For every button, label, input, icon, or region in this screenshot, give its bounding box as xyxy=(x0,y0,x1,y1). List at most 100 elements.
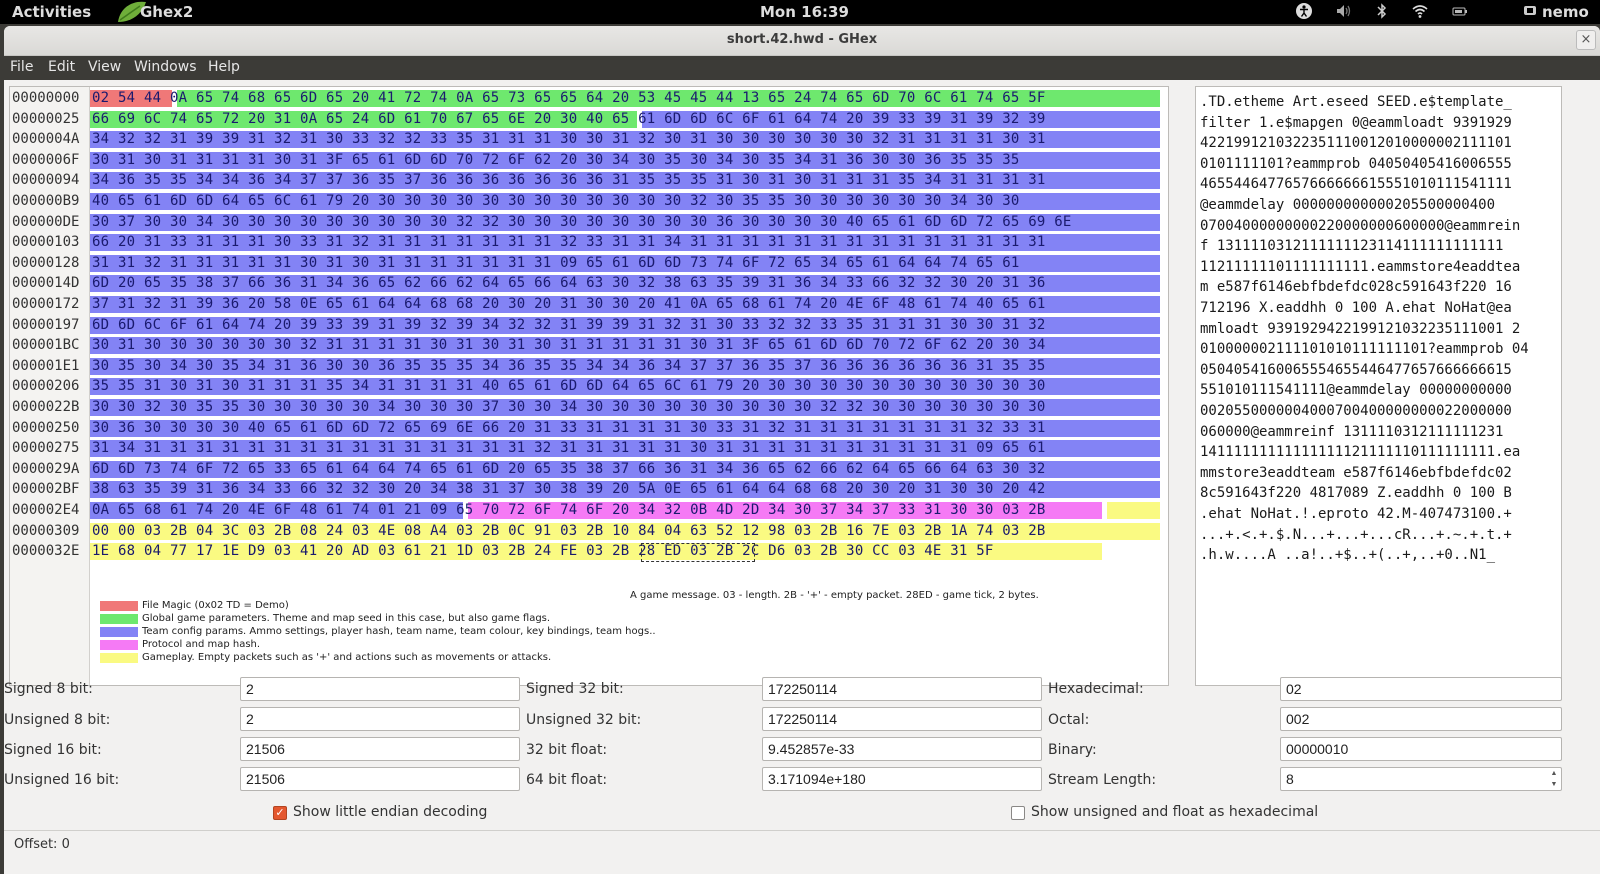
ascii-row[interactable]: 712196 X.eaddhh 0 100 A.ehat NoHat@ea xyxy=(1200,299,1512,318)
ascii-row[interactable]: 0101111101?eammprob 04050405416006555 xyxy=(1200,155,1512,174)
offset-row: 000002BF xyxy=(12,481,80,498)
window-titlebar[interactable]: short.42.hwd - GHex × xyxy=(4,26,1600,56)
accessibility-icon[interactable] xyxy=(1294,2,1314,22)
menu-help[interactable]: Help xyxy=(208,59,240,75)
user-icon[interactable] xyxy=(1520,2,1540,22)
ascii-row[interactable]: f 1311110312111111123114111111111111 xyxy=(1200,237,1503,256)
unsigned-8bit-label: Unsigned 8 bit: xyxy=(4,712,111,728)
ascii-row[interactable]: 11211111101111111111.eammstore4eaddtea xyxy=(1200,258,1520,277)
bluetooth-icon[interactable] xyxy=(1372,2,1392,22)
menu-file[interactable]: File xyxy=(10,59,33,75)
hex-row[interactable]: 30 31 30 31 31 31 31 30 31 3F 65 61 6D 6… xyxy=(92,151,1020,170)
ascii-row[interactable]: 07004000000000220000000600000@eammrein xyxy=(1200,217,1520,236)
menu-windows[interactable]: Windows xyxy=(134,59,197,75)
ascii-row[interactable]: .TD.etheme Art.eseed SEED.e$template_ xyxy=(1200,93,1512,112)
ascii-row[interactable]: filter 1.e$mapgen 0@eammloadt 9391929 xyxy=(1200,114,1512,133)
hex-row[interactable]: 30 30 32 30 35 35 30 30 30 30 30 34 30 3… xyxy=(92,398,1046,417)
hex-row[interactable]: 0A 65 68 61 74 20 4E 6F 48 61 74 01 21 0… xyxy=(92,501,1046,520)
legend-swatch xyxy=(100,614,138,624)
signed-16bit-field[interactable]: 21506 xyxy=(240,737,520,761)
hex-row[interactable]: 6D 20 65 35 38 37 66 36 31 34 36 65 62 6… xyxy=(92,274,1046,293)
hex-row[interactable]: 34 32 32 31 39 39 31 32 31 30 33 32 32 3… xyxy=(92,130,1046,149)
hex-row[interactable]: 34 36 35 35 34 34 36 34 37 37 36 35 37 3… xyxy=(92,171,1046,190)
hex-row[interactable]: 35 35 31 30 31 30 31 31 31 35 34 31 31 3… xyxy=(92,377,1046,396)
ascii-row[interactable]: 4221991210322351110012010000002111101 xyxy=(1200,134,1512,153)
octal-field[interactable]: 002 xyxy=(1280,707,1562,731)
user-menu[interactable]: nemo xyxy=(1542,3,1589,21)
hex-row[interactable]: 30 35 30 34 30 35 34 31 36 30 30 36 35 3… xyxy=(92,357,1046,376)
spin-up-icon[interactable]: ▲ xyxy=(1547,768,1561,779)
clock[interactable]: Mon 16:39 xyxy=(760,3,849,21)
binary-field[interactable]: 00000010 xyxy=(1280,737,1562,761)
selection-box xyxy=(640,543,756,563)
signed-32bit-field[interactable]: 172250114 xyxy=(762,677,1042,701)
ascii-row[interactable]: 551010111541111@eammdelay 00000000000 xyxy=(1200,381,1512,400)
ascii-row[interactable]: 0020550000004000700400000000022000000 xyxy=(1200,402,1512,421)
ascii-row[interactable]: @eammdelay 000000000000205500000400 xyxy=(1200,196,1495,215)
close-button[interactable]: × xyxy=(1576,30,1596,50)
hex-row[interactable]: 66 20 31 33 31 31 31 30 33 31 32 31 31 3… xyxy=(92,233,1046,252)
float32-label: 32 bit float: xyxy=(526,742,608,758)
offset-row: 000001BC xyxy=(12,337,80,354)
offset-row: 00000275 xyxy=(12,440,80,457)
wifi-icon[interactable] xyxy=(1410,2,1430,22)
unsigned-8bit-field[interactable]: 2 xyxy=(240,707,520,731)
menu-view[interactable]: View xyxy=(88,59,121,75)
hex-row[interactable]: 30 31 30 30 30 30 30 30 32 31 31 31 31 3… xyxy=(92,336,1046,355)
hex-row[interactable]: 30 36 30 30 30 30 40 65 61 6D 6D 72 65 6… xyxy=(92,419,1046,438)
unsigned-hex-checkbox[interactable] xyxy=(1011,806,1025,820)
ascii-row[interactable]: mmloadt 9391929422199121032235111001 2 xyxy=(1200,320,1520,339)
volume-icon[interactable] xyxy=(1334,2,1354,22)
hex-row[interactable]: 31 31 32 31 31 31 31 31 30 31 30 31 31 3… xyxy=(92,254,1020,273)
signed-8bit-label: Signed 8 bit: xyxy=(4,681,93,697)
hex-row[interactable]: 00 00 03 2B 04 3C 03 2B 08 24 03 4E 08 A… xyxy=(92,522,1046,541)
ascii-row[interactable]: 0504054160065554655446477657666666615 xyxy=(1200,361,1512,380)
ascii-row[interactable]: ...+.<.+.$.N...+...+...cR...+.~.+.t.+ xyxy=(1200,526,1512,545)
offset-row: 00000197 xyxy=(12,316,80,333)
offset-row: 00000094 xyxy=(12,172,80,189)
hex-row[interactable]: 02 54 44 0A 65 74 68 65 6D 65 20 41 72 7… xyxy=(92,89,1046,108)
app-name[interactable]: Ghex2 xyxy=(140,3,193,21)
hex-annotation: A game message. 03 - length. 2B - '+' - … xyxy=(630,590,1039,601)
hex-row[interactable]: 66 69 6C 74 65 72 20 31 0A 65 24 6D 61 7… xyxy=(92,110,1046,129)
activities-button[interactable]: Activities xyxy=(12,3,91,21)
stream-length-spinner[interactable]: 8 ▲ ▼ xyxy=(1280,767,1562,791)
offset-row: 000001E1 xyxy=(12,357,80,374)
unsigned-32bit-field[interactable]: 172250114 xyxy=(762,707,1042,731)
signed-8bit-field[interactable]: 2 xyxy=(240,677,520,701)
unsigned-hex-label[interactable]: Show unsigned and float as hexadecimal xyxy=(1031,804,1318,820)
hex-row[interactable]: 6D 6D 6C 6F 61 64 74 20 39 33 39 31 39 3… xyxy=(92,316,1046,335)
hex-row[interactable]: 31 34 31 31 31 31 31 31 31 31 31 31 31 3… xyxy=(92,439,1046,458)
float64-field[interactable]: 3.171094e+180 xyxy=(762,767,1042,791)
hex-row[interactable]: 38 63 35 39 31 36 34 33 66 32 32 30 20 3… xyxy=(92,480,1046,499)
ascii-row[interactable]: 060000@eammreinf 1311110312111111231 xyxy=(1200,423,1503,442)
menu-edit[interactable]: Edit xyxy=(48,59,75,75)
hex-view[interactable]: 00000000 00000025 0000004A 0000006F 00000094… xyxy=(9,86,1169,686)
hex-row[interactable]: 37 31 32 31 39 36 20 58 0E 65 61 64 64 6… xyxy=(92,295,1046,314)
ascii-row[interactable]: mmstore3eaddteam e587f6146ebfbdefdc02 xyxy=(1200,464,1512,483)
legend-label: Global game parameters. Theme and map se… xyxy=(142,613,551,624)
ascii-row[interactable]: 8c591643f220 4817089 Z.eaddhh 0 100 B xyxy=(1200,484,1512,503)
unsigned-16bit-field[interactable]: 21506 xyxy=(240,767,520,791)
float32-field[interactable]: 9.452857e-33 xyxy=(762,737,1042,761)
ascii-row[interactable]: m e587f6146ebfbdefdc028c591643f220 16 xyxy=(1200,278,1512,297)
offset-row: 000002E4 xyxy=(12,502,80,518)
battery-icon[interactable] xyxy=(1450,2,1470,22)
hex-row[interactable]: 30 37 30 30 34 30 30 30 30 30 30 30 30 3… xyxy=(92,213,1072,232)
unsigned-16bit-label: Unsigned 16 bit: xyxy=(4,772,120,788)
hex-row[interactable]: 1E 68 04 77 17 1E D9 03 41 20 AD 03 61 2… xyxy=(92,542,994,561)
ascii-view[interactable]: .TD.etheme Art.eseed SEED.e$template_fil… xyxy=(1195,86,1562,686)
hexadecimal-field[interactable]: 02 xyxy=(1280,677,1562,701)
spin-down-icon[interactable]: ▼ xyxy=(1547,779,1561,790)
little-endian-label[interactable]: Show little endian decoding xyxy=(293,804,487,820)
ascii-row[interactable]: 4655446477657666666615551010111541111 xyxy=(1200,175,1512,194)
ascii-row[interactable]: 010000002111101010111111101?eammprob 04 xyxy=(1200,340,1529,359)
ascii-row[interactable]: .ehat NoHat.!.eproto 42.M-407473100.+ xyxy=(1200,505,1512,524)
hex-row[interactable]: 40 65 61 6D 6D 64 65 6C 61 79 20 30 30 3… xyxy=(92,192,1020,211)
little-endian-checkbox[interactable]: ✓ xyxy=(273,806,287,820)
offset-row: 0000022B xyxy=(12,399,80,415)
float64-label: 64 bit float: xyxy=(526,772,608,788)
hex-row[interactable]: 6D 6D 73 74 6F 72 65 33 65 61 64 64 74 6… xyxy=(92,460,1046,479)
ascii-row[interactable]: .h.w....A ..a!..+$..+(..+,..+0..N1_ xyxy=(1200,546,1495,565)
ascii-row[interactable]: 14111111111111111121111110111111111.ea xyxy=(1200,443,1520,462)
